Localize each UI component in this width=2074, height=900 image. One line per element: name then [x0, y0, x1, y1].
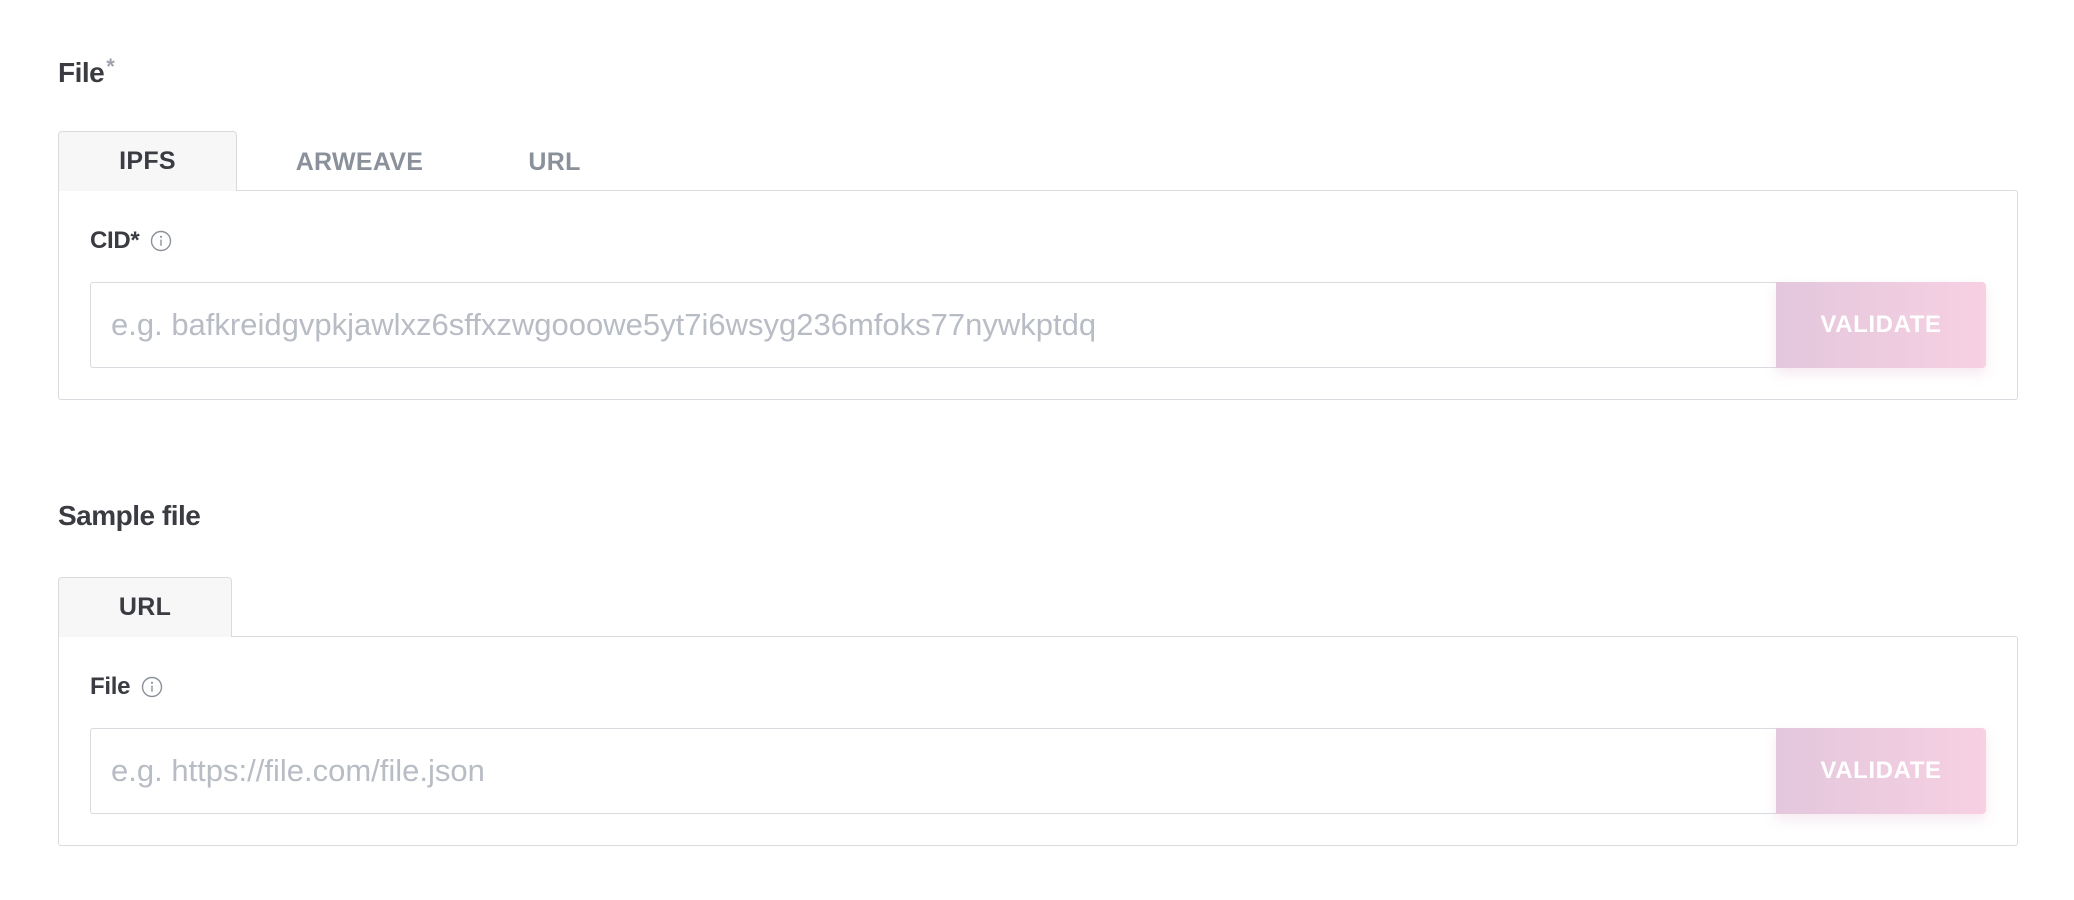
sample-file-input-group: VALIDATE — [90, 728, 1986, 814]
info-icon[interactable] — [150, 230, 172, 252]
file-section-title: File* — [58, 54, 115, 89]
required-marker: * — [106, 54, 115, 79]
tab-ipfs[interactable]: IPFS — [58, 131, 237, 191]
validate-cid-button[interactable]: VALIDATE — [1776, 282, 1986, 368]
sample-file-field-label: File — [90, 673, 163, 701]
tab-arweave[interactable]: ARWEAVE — [237, 133, 482, 191]
sample-source-tabs: URL — [58, 577, 232, 637]
sample-file-label-text: File — [90, 673, 131, 700]
info-icon[interactable] — [141, 676, 163, 698]
sample-url-panel: File VALIDATE — [58, 636, 2018, 846]
cid-input[interactable] — [90, 282, 1776, 368]
tab-sample-url[interactable]: URL — [58, 577, 232, 637]
cid-field-label: CID* — [90, 227, 172, 255]
file-source-tabs: IPFS ARWEAVE URL — [58, 131, 627, 191]
sample-file-url-input[interactable] — [90, 728, 1776, 814]
sample-file-section-title: Sample file — [58, 500, 201, 531]
tab-url[interactable]: URL — [482, 133, 627, 191]
ipfs-panel: CID* VALIDATE — [58, 190, 2018, 400]
file-title-text: File — [58, 57, 105, 88]
cid-label-text: CID* — [90, 227, 140, 254]
validate-sample-file-button[interactable]: VALIDATE — [1776, 728, 1986, 814]
cid-input-group: VALIDATE — [90, 282, 1986, 368]
